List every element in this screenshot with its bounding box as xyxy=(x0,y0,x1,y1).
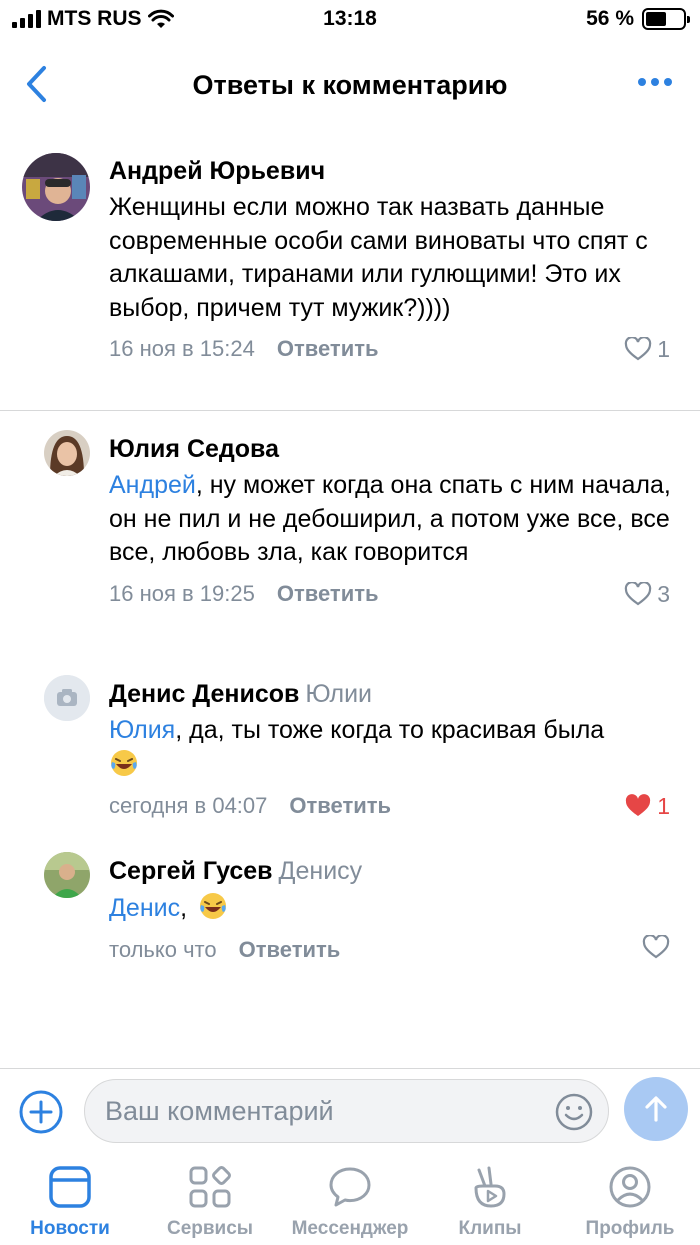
more-button[interactable] xyxy=(638,78,672,86)
tab-messenger[interactable]: Мессенджер xyxy=(280,1154,420,1245)
comment-date: 16 ноя в 15:24 xyxy=(109,336,255,361)
reply-button[interactable]: Ответить xyxy=(239,937,341,962)
reply-button[interactable]: Ответить xyxy=(277,581,379,606)
like-button[interactable]: 3 xyxy=(624,579,670,609)
avatar[interactable] xyxy=(44,430,90,476)
page-title: Ответы к комментарию xyxy=(192,70,508,100)
avatar[interactable] xyxy=(44,675,90,721)
mention-link[interactable]: Юлия xyxy=(109,716,175,744)
comment: Сергей Гусев Денису Денис, только что Отве… xyxy=(0,852,700,972)
battery-percent: 56 % xyxy=(586,7,634,30)
tab-bar: Новости Сервисы Мессенджер Клипы Профиль xyxy=(0,1154,700,1245)
more-horizontal-icon xyxy=(638,78,672,86)
comment-text: Женщины если можно так назвать данные со… xyxy=(109,193,648,322)
like-button[interactable] xyxy=(642,934,670,959)
emoji-button[interactable] xyxy=(554,1092,594,1132)
attach-button[interactable] xyxy=(18,1089,64,1135)
comment-meta: 16 ноя в 19:25 Ответить 3 xyxy=(109,579,680,609)
clips-icon xyxy=(474,1166,506,1208)
messenger-icon xyxy=(329,1167,371,1207)
tab-profile[interactable]: Профиль xyxy=(560,1154,700,1245)
smile-icon xyxy=(555,1093,593,1131)
avatar[interactable] xyxy=(44,852,90,898)
send-button[interactable] xyxy=(624,1077,688,1141)
like-count: 1 xyxy=(657,793,670,819)
battery-icon xyxy=(642,8,690,30)
comment-text: Андрей, ну может когда она спать с ним н… xyxy=(109,471,671,566)
comment-meta: 16 ноя в 15:24 Ответить 1 xyxy=(109,334,680,364)
news-icon xyxy=(49,1166,91,1208)
avatar[interactable] xyxy=(22,153,90,221)
like-count: 1 xyxy=(657,336,670,362)
arrow-up-icon xyxy=(645,1096,667,1122)
camera-icon xyxy=(44,675,90,721)
tab-clips[interactable]: Клипы xyxy=(420,1154,560,1245)
reply-button[interactable]: Ответить xyxy=(277,336,379,361)
status-bar: MTS RUS 13:18 56 % xyxy=(0,0,700,40)
comment-date: только что xyxy=(109,936,217,962)
mention-link[interactable]: Денис xyxy=(109,894,180,922)
comment-author[interactable]: Андрей Юрьевич xyxy=(109,156,680,186)
status-right: 56 % xyxy=(586,7,690,31)
reply-to-label[interactable]: Денису xyxy=(279,857,363,885)
like-button[interactable]: 1 xyxy=(624,334,670,364)
comment-author[interactable]: Сергей Гусев Денису xyxy=(109,856,680,886)
like-button[interactable]: 1 xyxy=(624,791,670,821)
reply-button[interactable]: Ответить xyxy=(289,793,391,818)
laughing-emoji-icon xyxy=(200,893,227,919)
comment: Юлия Седова Андрей, ну может когда она с… xyxy=(0,430,700,640)
comment-text: Юлия, да, ты тоже когда то красивая была xyxy=(109,714,680,782)
comment-meta: только что Ответить xyxy=(109,934,680,965)
laughing-emoji-icon xyxy=(111,749,137,776)
tab-services[interactable]: Сервисы xyxy=(140,1154,280,1245)
heart-outline-icon xyxy=(625,337,652,361)
tab-label: Мессенджер xyxy=(291,1218,409,1239)
comment-meta: сегодня в 04:07 Ответить 1 xyxy=(109,791,680,821)
comment-composer xyxy=(0,1068,700,1154)
comment: Денис Денисов Юлии Юлия, да, ты тоже когд… xyxy=(0,675,700,825)
like-count: 3 xyxy=(657,580,670,607)
plus-circle-icon xyxy=(19,1090,63,1134)
tab-label: Новости xyxy=(30,1218,110,1239)
comment-field xyxy=(84,1079,609,1143)
comment-input[interactable] xyxy=(105,1080,545,1142)
reply-to-label[interactable]: Юлии xyxy=(305,680,372,708)
mention-link[interactable]: Андрей xyxy=(109,471,196,499)
divider xyxy=(0,410,700,411)
tab-label: Клипы xyxy=(458,1218,522,1239)
comment: Андрей Юрьевич Женщины если можно так на… xyxy=(0,150,700,405)
services-icon xyxy=(189,1166,231,1208)
comment-text: Денис, xyxy=(109,891,680,926)
comment-author[interactable]: Денис Денисов Юлии xyxy=(109,679,680,709)
tab-label: Профиль xyxy=(585,1218,675,1239)
comment-date: 16 ноя в 19:25 xyxy=(109,580,255,606)
header: Ответы к комментарию xyxy=(0,50,700,122)
profile-icon xyxy=(609,1166,651,1208)
tab-label: Сервисы xyxy=(166,1218,254,1239)
comment-date: сегодня в 04:07 xyxy=(109,793,268,818)
tab-news[interactable]: Новости xyxy=(0,1154,140,1245)
heart-filled-icon xyxy=(626,794,651,816)
comment-author[interactable]: Юлия Седова xyxy=(109,434,680,464)
heart-outline-icon xyxy=(625,581,652,605)
heart-outline-icon xyxy=(642,934,670,958)
